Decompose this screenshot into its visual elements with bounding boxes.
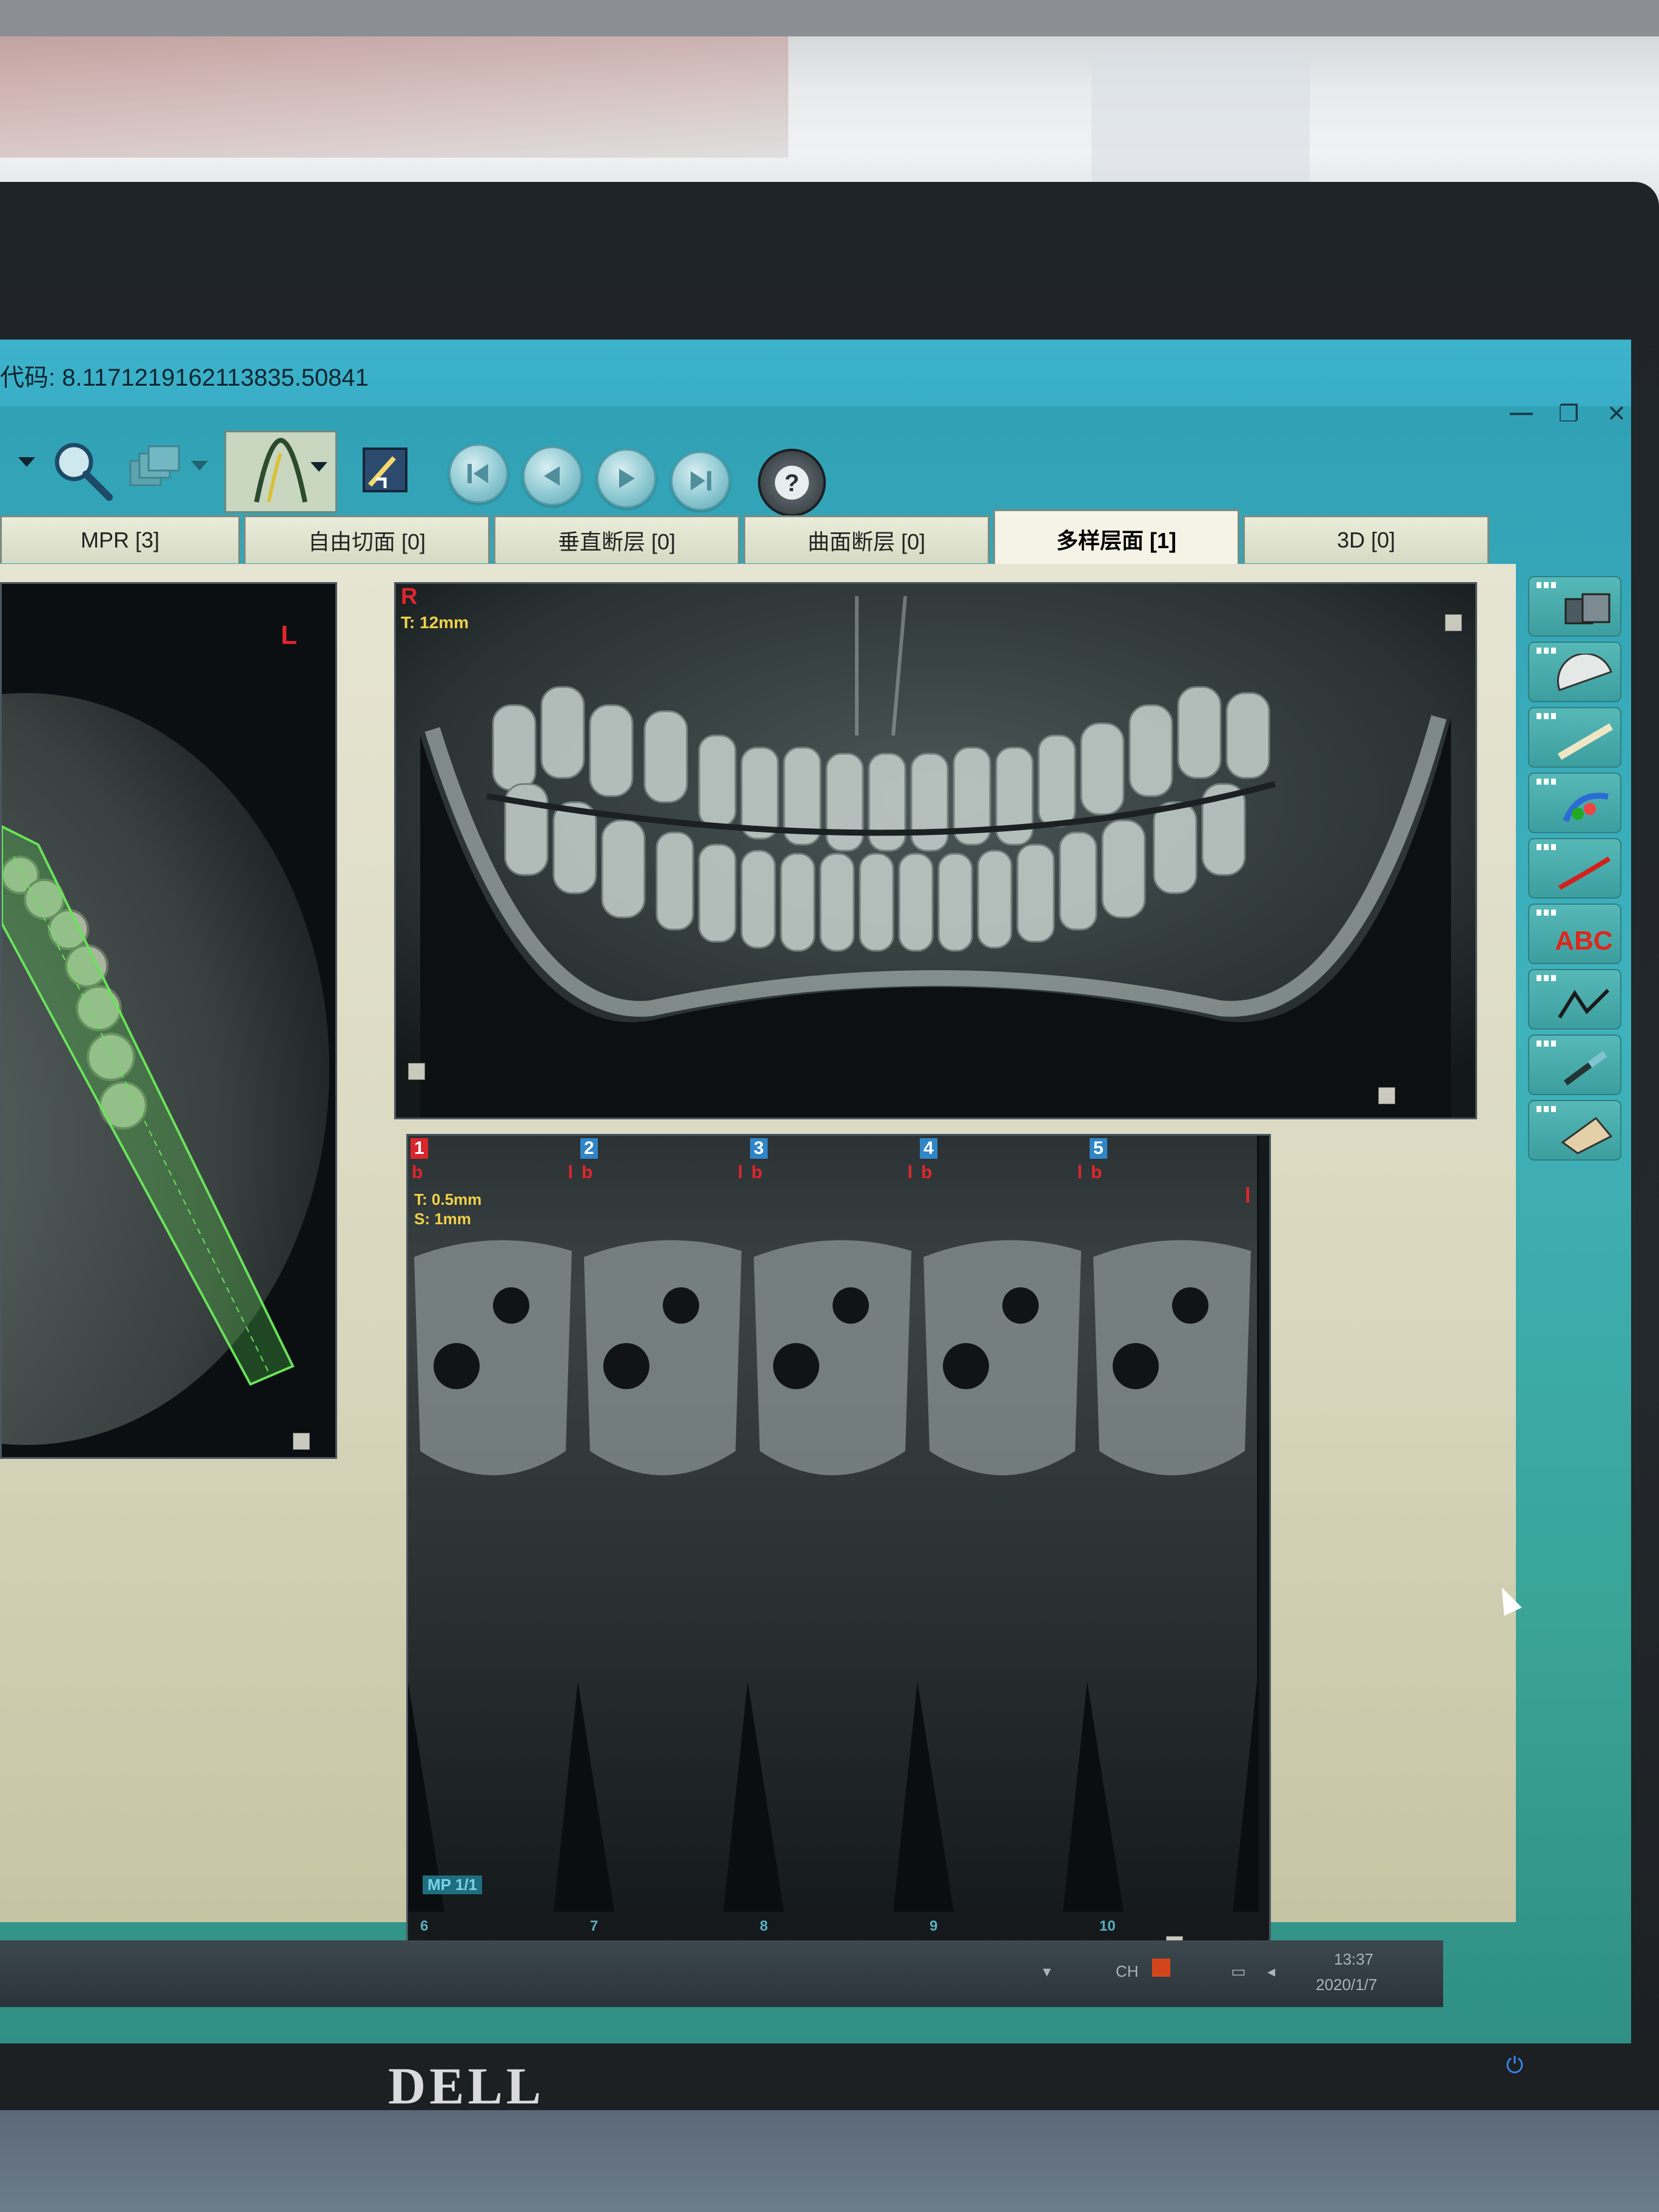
- cross-section-panel[interactable]: 3 b l: [748, 1136, 919, 1912]
- tray-arrow-icon[interactable]: ▾: [1043, 1962, 1051, 1981]
- text-abc-icon[interactable]: ABC: [1528, 903, 1621, 964]
- panel-right-mark: l: [907, 1162, 913, 1182]
- protractor-icon[interactable]: [1528, 642, 1621, 702]
- cross-section-panel[interactable]: 4 b l: [917, 1136, 1089, 1912]
- toolbar: ?: [0, 418, 1631, 517]
- panel-number: 1: [411, 1138, 428, 1159]
- panel-right-mark: l: [1245, 1184, 1251, 1207]
- power-icon[interactable]: ⏻: [1503, 2053, 1527, 2077]
- tab-free-section[interactable]: 自由切面 [0]: [244, 515, 490, 563]
- cross-section-panel[interactable]: 5b: [1087, 1136, 1259, 1912]
- panel-number: 4: [920, 1138, 937, 1159]
- svg-text:?: ?: [785, 470, 799, 497]
- monitor-brand-logo: DELL: [388, 2057, 545, 2115]
- text-tool-label: ABC: [1555, 926, 1612, 956]
- panel-right-mark: l: [737, 1162, 743, 1182]
- clock-time[interactable]: 13:37: [1334, 1950, 1373, 1969]
- panel-left-mark: b: [1091, 1162, 1102, 1182]
- taskbar: ▾ CH ▭ ◂ 13:37 2020/1/7: [0, 1940, 1443, 2007]
- tab-strip: MPR [3] 自由切面 [0] 垂直断层 [0] 曲面断层 [0] 多样层面 …: [0, 509, 1504, 570]
- dropdown-arrow-icon[interactable]: [18, 457, 35, 467]
- axial-view[interactable]: L: [0, 582, 337, 1459]
- ruler-icon[interactable]: [1528, 707, 1621, 768]
- panel-number: 3: [750, 1138, 768, 1159]
- tab-multi-plane[interactable]: 多样层面 [1]: [993, 509, 1239, 567]
- page-label: MP 1/1: [423, 1875, 482, 1894]
- layout-icon[interactable]: [1528, 576, 1621, 637]
- calculator-icon[interactable]: [1528, 1100, 1621, 1161]
- prev-icon[interactable]: [523, 446, 582, 506]
- tab-mpr[interactable]: MPR [3]: [0, 515, 240, 563]
- orientation-label: L: [281, 620, 297, 650]
- lower-panel-number[interactable]: 7: [590, 1918, 598, 1935]
- app-tray-icon[interactable]: [1152, 1959, 1170, 1977]
- layers-icon[interactable]: [124, 443, 185, 497]
- tab-curved-slice[interactable]: 曲面断层 [0]: [743, 515, 990, 563]
- panel-left-mark: b: [751, 1162, 763, 1182]
- title-bar: 代码: 8.1171219162113835.50841 — ❐ ✕: [0, 340, 1631, 427]
- panoramic-view[interactable]: R T: 12mm: [394, 582, 1477, 1119]
- tab-3d[interactable]: 3D [0]: [1243, 515, 1489, 563]
- cross-section-view: 1bl2bl3bl4bl5b T: 0.5mm S: 1mm MP 1/1 67…: [406, 1134, 1271, 1962]
- curve-icon[interactable]: [1528, 838, 1621, 899]
- workspace: L R T: 12mm 1 b l 2 b l 3 b l 4 b l 5 b …: [0, 564, 1516, 1962]
- panel-right-mark: l: [568, 1162, 573, 1182]
- curve-tool-icon[interactable]: [224, 431, 337, 513]
- screen: 代码: 8.1171219162113835.50841 — ❐ ✕ ? MPR…: [0, 340, 1631, 2043]
- scroll-corner-icon[interactable]: [1445, 614, 1462, 631]
- orientation-label: R: [401, 584, 418, 609]
- export-icon[interactable]: [358, 443, 412, 497]
- scroll-corner-icon[interactable]: [293, 1433, 310, 1450]
- window-title: 代码: 8.1171219162113835.50841: [0, 364, 369, 391]
- scroll-corner-icon[interactable]: [1378, 1087, 1395, 1104]
- network-icon[interactable]: ▭: [1231, 1962, 1246, 1981]
- panel-left-mark: b: [412, 1162, 423, 1182]
- tool-panel: ABC: [1528, 576, 1631, 1231]
- help-icon[interactable]: ?: [758, 449, 826, 517]
- dropdown-arrow-icon[interactable]: [191, 461, 208, 471]
- lower-panel-number[interactable]: 6: [420, 1918, 428, 1935]
- lower-panel-number[interactable]: 10: [1099, 1918, 1116, 1935]
- lower-panel-number[interactable]: 8: [760, 1918, 768, 1935]
- slice-thickness-label: T: 0.5mm: [414, 1190, 482, 1208]
- outside-roof: [0, 36, 788, 158]
- volume-icon[interactable]: ◂: [1267, 1962, 1275, 1981]
- lower-panel-number[interactable]: 9: [930, 1918, 937, 1935]
- desk: [0, 2110, 1659, 2212]
- cross-section-panel[interactable]: 1 b l: [408, 1136, 580, 1912]
- cross-section-panel[interactable]: 2 b l: [578, 1136, 749, 1912]
- dropdown-arrow-icon[interactable]: [310, 462, 327, 472]
- thickness-label: T: 12mm: [401, 613, 469, 632]
- panel-number: 2: [580, 1138, 598, 1159]
- tab-vertical-slice[interactable]: 垂直断层 [0]: [494, 515, 740, 563]
- paint-icon[interactable]: [1528, 773, 1621, 833]
- clock-date[interactable]: 2020/1/7: [1316, 1976, 1377, 1994]
- polyline-icon[interactable]: [1528, 969, 1621, 1030]
- magnifier-icon[interactable]: [49, 437, 115, 503]
- first-icon[interactable]: [449, 444, 508, 503]
- next-icon[interactable]: [597, 449, 656, 508]
- slice-spacing-label: S: 1mm: [414, 1210, 471, 1228]
- scroll-corner-icon[interactable]: [408, 1063, 425, 1080]
- panel-left-mark: b: [581, 1162, 593, 1182]
- panel-number: 5: [1090, 1138, 1107, 1159]
- panel-right-mark: l: [1077, 1162, 1082, 1182]
- ime-icon[interactable]: CH: [1116, 1962, 1139, 1981]
- window-frame: [0, 0, 1659, 36]
- panel-left-mark: b: [921, 1162, 933, 1182]
- pen-icon[interactable]: [1528, 1034, 1621, 1095]
- last-icon[interactable]: [671, 451, 730, 511]
